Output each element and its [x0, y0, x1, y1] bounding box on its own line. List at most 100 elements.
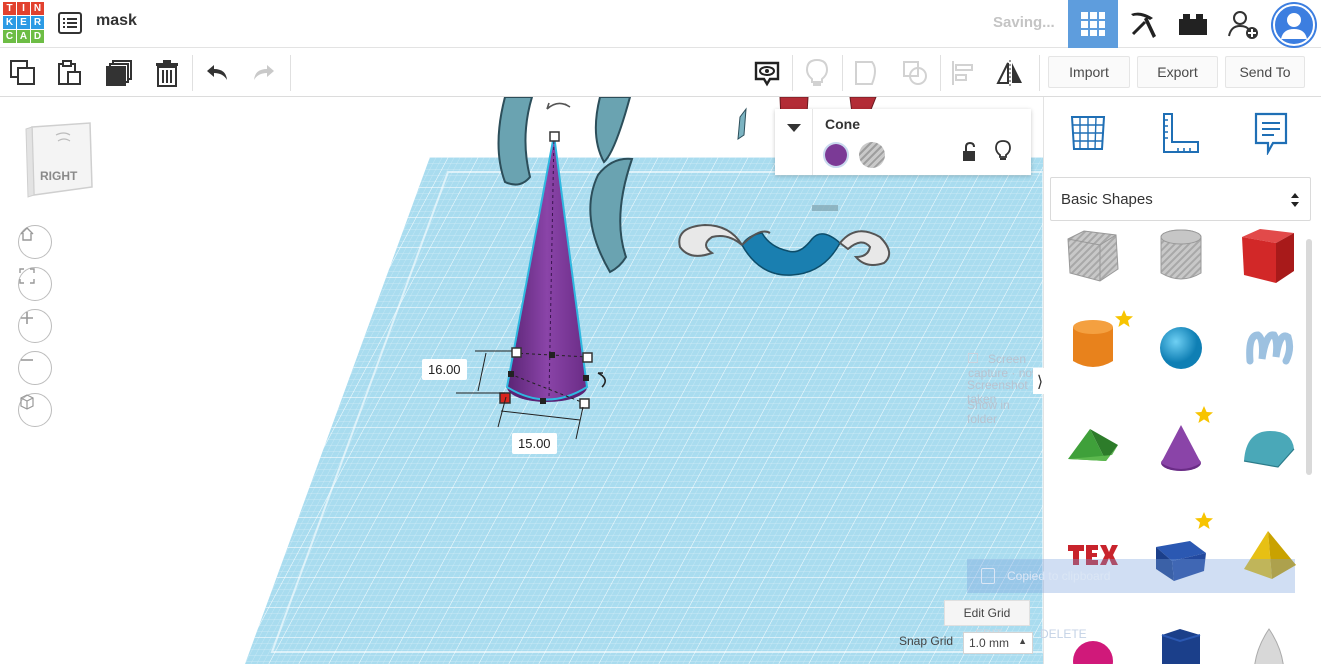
toolbar-divider [290, 55, 291, 91]
copy-button[interactable] [6, 56, 40, 90]
clipboard-icon [981, 568, 995, 584]
width-dimension[interactable]: 15.00 [512, 433, 557, 454]
clipboard-toast: Copied to clipboard [967, 559, 1295, 593]
panel-collapse-button[interactable]: ⟩ [1033, 368, 1047, 394]
mirror-icon [996, 60, 1022, 86]
workplane-icon [1070, 116, 1106, 150]
logo-letter: N [31, 2, 44, 15]
notes-button[interactable] [750, 56, 784, 90]
list-menu-icon[interactable] [58, 12, 82, 34]
logo-letter: C [3, 30, 16, 43]
grid-view-button[interactable] [1068, 0, 1118, 48]
ruler-tab[interactable] [1156, 109, 1204, 157]
shape-paraboloid[interactable] [1238, 621, 1300, 664]
scene-canvas[interactable] [0, 97, 1043, 664]
logo-letter: E [17, 16, 30, 29]
notes-tab[interactable] [1247, 109, 1295, 157]
shape-scribble[interactable] [1238, 315, 1300, 377]
snap-grid-value: 1.0 mm [969, 636, 1010, 650]
toolbar-divider [842, 55, 843, 91]
shape-cylinder[interactable] [1062, 315, 1124, 377]
align-icon [952, 61, 973, 85]
shape-polygon[interactable] [1150, 621, 1212, 664]
shape-cone[interactable] [1150, 419, 1212, 481]
user-avatar[interactable] [1271, 2, 1317, 48]
shape-round-roof[interactable] [1238, 419, 1300, 481]
zoom-out-icon [21, 359, 33, 361]
small-shape[interactable] [737, 107, 747, 140]
shape-category-select[interactable]: Basic Shapes [1050, 177, 1311, 221]
align-button[interactable] [946, 56, 980, 90]
undo-icon [207, 65, 227, 80]
pickaxe-button[interactable] [1118, 0, 1168, 48]
shape-roof[interactable] [1062, 419, 1124, 481]
solid-color-fill [825, 144, 847, 166]
shape-inspector: Cone [775, 109, 1031, 175]
duplicate-icon [106, 60, 132, 86]
delete-button[interactable] [150, 56, 184, 90]
unlock-icon [963, 141, 975, 161]
ungroup-icon [903, 61, 927, 85]
height-dimension[interactable]: 16.00 [422, 359, 467, 380]
edit-grid-button[interactable]: Edit Grid [944, 600, 1030, 626]
notes-icon [754, 61, 780, 87]
group-button[interactable] [850, 56, 884, 90]
save-status: Saving... [993, 14, 1055, 31]
shape-box[interactable] [1238, 225, 1300, 287]
notification-link[interactable]: Show in folder [967, 398, 1043, 426]
workplane-viewport[interactable]: RIGHT 16.00 15.00 Screen capture · now S… [0, 97, 1043, 664]
lock-button[interactable] [961, 141, 977, 166]
select-arrows-icon [1291, 193, 1299, 207]
ungroup-button[interactable] [898, 56, 932, 90]
perspective-button[interactable] [18, 393, 52, 427]
logo-letter: K [3, 16, 16, 29]
shape-box-hole[interactable] [1062, 225, 1124, 287]
shape-cylinder-hole[interactable] [1150, 225, 1212, 287]
logo-letter: D [31, 30, 44, 43]
view-cube[interactable]: RIGHT [24, 121, 96, 203]
panel-scrollbar[interactable] [1306, 239, 1312, 475]
tinkercad-logo[interactable]: TIN KER CAD [3, 2, 45, 44]
pickaxe-icon [1131, 12, 1156, 38]
mirror-button[interactable] [993, 56, 1027, 90]
export-button[interactable]: Export [1137, 56, 1218, 88]
fit-view-icon [19, 268, 35, 284]
bricks-button[interactable] [1168, 0, 1218, 48]
undo-button[interactable] [200, 56, 234, 90]
paste-icon [58, 60, 81, 85]
solid-color-swatch[interactable] [823, 142, 849, 168]
import-button[interactable]: Import [1048, 56, 1130, 88]
add-user-button[interactable] [1218, 0, 1268, 48]
toolbar-divider [1039, 55, 1040, 91]
trash-icon [156, 60, 178, 87]
visibility-button[interactable] [995, 140, 1011, 166]
project-title[interactable]: mask [96, 12, 137, 30]
redo-button[interactable] [247, 56, 281, 90]
zoom-in-button[interactable] [18, 309, 52, 343]
shape-sphere[interactable] [1150, 315, 1212, 377]
collapse-inspector-button[interactable] [775, 109, 813, 175]
zoom-out-button[interactable] [18, 351, 52, 385]
wing-shape-right-top[interactable] [594, 97, 632, 164]
perspective-icon [20, 394, 34, 410]
logo-letter: R [31, 16, 44, 29]
chevron-down-icon [786, 124, 801, 132]
send-to-button[interactable]: Send To [1225, 56, 1305, 88]
snap-grid-select[interactable]: 1.0 mm ▲ [963, 632, 1033, 654]
logo-letter: A [17, 30, 30, 43]
fit-view-button[interactable] [18, 267, 52, 301]
notification-ghost: Screen capture · now [968, 352, 1041, 380]
home-view-button[interactable] [18, 225, 52, 259]
zoom-in-icon [21, 312, 33, 324]
wing-shape-left[interactable] [497, 97, 534, 186]
workplane-tab[interactable] [1064, 109, 1112, 157]
toolbar-divider [940, 55, 941, 91]
light-bulb-button[interactable] [800, 56, 834, 90]
hole-swatch[interactable] [859, 142, 885, 168]
screen-capture-icon [968, 353, 978, 363]
paste-button[interactable] [53, 56, 87, 90]
ruler-icon [1163, 113, 1199, 153]
rotate-handle-top[interactable] [546, 102, 571, 110]
duplicate-button[interactable] [102, 56, 136, 90]
notification-delete[interactable]: DELETE [1040, 627, 1087, 641]
